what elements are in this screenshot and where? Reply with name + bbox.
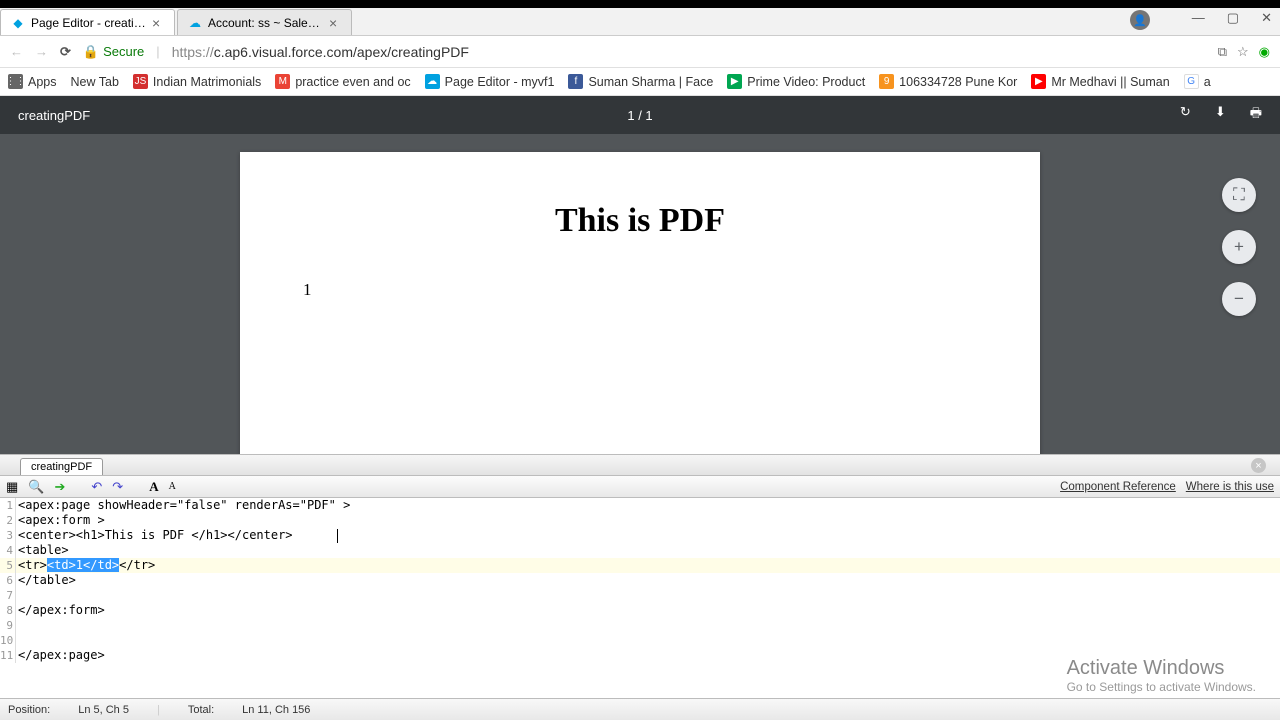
salesforce-icon: ☁ xyxy=(425,74,440,89)
go-icon[interactable]: ➔ xyxy=(54,479,65,495)
editor-tab-creatingpdf[interactable]: creatingPDF xyxy=(20,458,103,475)
bookmark-youtube[interactable]: ▶Mr Medhavi || Suman xyxy=(1031,74,1169,89)
forward-icon[interactable]: → xyxy=(35,44,48,59)
js-icon: JS xyxy=(133,74,148,89)
zoom-out-icon[interactable]: − xyxy=(1222,282,1256,316)
profile-avatar-icon[interactable]: 👤 xyxy=(1130,10,1150,30)
close-icon[interactable]: × xyxy=(329,17,341,29)
url-field[interactable]: https://c.ap6.visual.force.com/apex/crea… xyxy=(172,44,1206,60)
code-line: <center><h1>This is PDF </h1></center> xyxy=(16,528,1280,543)
youtube-icon: ▶ xyxy=(1031,74,1046,89)
window-buttons: — ▢ ✕ xyxy=(1192,10,1272,26)
save-icon[interactable]: ▦ xyxy=(6,479,18,495)
back-icon[interactable]: ← xyxy=(10,44,23,59)
salesforce-cloud-icon: ☁ xyxy=(188,16,202,30)
window-titlebar xyxy=(0,0,1280,8)
gmail-icon: M xyxy=(275,74,290,89)
code-line: </apex:form> xyxy=(16,603,1280,618)
bookmark-page-editor[interactable]: ☁Page Editor - myvf1 xyxy=(425,74,555,89)
bookmark-newtab[interactable]: New Tab xyxy=(71,75,119,89)
prime-icon: ▶ xyxy=(727,74,742,89)
bookmark-google[interactable]: Ga xyxy=(1184,74,1211,89)
close-icon[interactable]: × xyxy=(1251,458,1266,473)
code-line: <table> xyxy=(16,543,1280,558)
tab-account[interactable]: ☁ Account: ss ~ Salesforce × xyxy=(177,9,352,35)
pdf-page: This is PDF 1 xyxy=(240,152,1040,454)
pip-icon[interactable]: ⧉ xyxy=(1218,44,1227,60)
lock-icon: 🔒 xyxy=(83,44,99,60)
editor-toolbar: ▦ 🔍 ➔ ↶ ↷ A A Component Reference Where … xyxy=(0,476,1280,498)
bookmarks-bar: ⋮⋮Apps New Tab JSIndian Matrimonials Mpr… xyxy=(0,68,1280,96)
salesforce-icon: ◆ xyxy=(11,16,25,30)
undo-icon[interactable]: ↶ xyxy=(91,479,102,495)
zoom-in-icon[interactable]: + xyxy=(1222,230,1256,264)
pdf-heading: This is PDF xyxy=(240,202,1040,240)
code-line: </table> xyxy=(16,573,1280,588)
windows-watermark: Activate Windows Go to Settings to activ… xyxy=(1067,657,1256,694)
tab-title: Page Editor - creatingPD xyxy=(31,16,146,30)
tab-title: Account: ss ~ Salesforce xyxy=(208,16,323,30)
bookmark-prime[interactable]: ▶Prime Video: Product xyxy=(727,74,865,89)
position-value: Ln 5, Ch 5 xyxy=(78,704,129,716)
pdf-page-counter: 1 / 1 xyxy=(627,108,652,123)
code-line xyxy=(16,588,1280,603)
facebook-icon: f xyxy=(568,74,583,89)
address-bar-row: ← → ⟳ 🔒 Secure | https://c.ap6.visual.fo… xyxy=(0,36,1280,68)
where-used-link[interactable]: Where is this use xyxy=(1186,481,1274,493)
editor-status-bar: Position: Ln 5, Ch 5 | Total: Ln 11, Ch … xyxy=(0,698,1280,720)
minimize-button[interactable]: — xyxy=(1192,10,1205,26)
pdf-document-title: creatingPDF xyxy=(18,108,90,123)
editor-tab-bar: creatingPDF × xyxy=(0,454,1280,476)
bookmark-matrimonials[interactable]: JSIndian Matrimonials xyxy=(133,74,261,89)
print-icon[interactable]: 🖶 xyxy=(1250,104,1262,126)
total-value: Ln 11, Ch 156 xyxy=(242,704,310,716)
browser-tabs-row: ◆ Page Editor - creatingPD × ☁ Account: … xyxy=(0,8,1280,36)
google-icon: G xyxy=(1184,74,1199,89)
font-large-icon[interactable]: A xyxy=(149,479,158,495)
fit-icon[interactable]: ⛶ xyxy=(1222,178,1256,212)
pdf-cell-value: 1 xyxy=(303,280,312,300)
download-icon[interactable]: ⬇ xyxy=(1215,104,1226,126)
bookmark-gmail[interactable]: Mpractice even and oc xyxy=(275,74,410,89)
zoom-controls: ⛶ + − xyxy=(1222,178,1256,316)
extension-icon[interactable]: ◉ xyxy=(1259,44,1270,60)
text-cursor xyxy=(337,529,338,543)
search-icon[interactable]: 🔍 xyxy=(28,479,44,495)
redo-icon[interactable]: ↷ xyxy=(112,479,123,495)
rotate-icon[interactable]: ↻ xyxy=(1180,104,1191,126)
bookmark-99acres[interactable]: 9106334728 Pune Kor xyxy=(879,74,1017,89)
close-icon[interactable]: × xyxy=(152,17,164,29)
code-line: <apex:form > xyxy=(16,513,1280,528)
pdf-viewport[interactable]: This is PDF 1 ⛶ + − xyxy=(0,134,1280,454)
total-label: Total: xyxy=(188,704,214,716)
secure-badge: 🔒 Secure xyxy=(83,44,144,60)
acres-icon: 9 xyxy=(879,74,894,89)
code-line: <tr><td>1</td></tr> xyxy=(16,558,1280,573)
pdf-toolbar: creatingPDF 1 / 1 ↻ ⬇ 🖶 xyxy=(0,96,1280,134)
bookmark-facebook[interactable]: fSuman Sharma | Face xyxy=(568,74,713,89)
star-icon[interactable]: ☆ xyxy=(1237,44,1249,60)
apps-icon: ⋮⋮ xyxy=(8,74,23,89)
component-reference-link[interactable]: Component Reference xyxy=(1060,481,1176,493)
reload-icon[interactable]: ⟳ xyxy=(60,44,71,60)
code-line: <apex:page showHeader="false" renderAs="… xyxy=(16,498,1280,513)
close-button[interactable]: ✕ xyxy=(1261,10,1272,26)
bookmark-apps[interactable]: ⋮⋮Apps xyxy=(8,74,57,89)
selection: <td>1</td> xyxy=(47,558,119,572)
code-line xyxy=(16,633,1280,648)
position-label: Position: xyxy=(8,704,50,716)
font-small-icon[interactable]: A xyxy=(169,481,176,492)
tab-page-editor[interactable]: ◆ Page Editor - creatingPD × xyxy=(0,9,175,35)
code-line xyxy=(16,618,1280,633)
maximize-button[interactable]: ▢ xyxy=(1227,10,1239,26)
